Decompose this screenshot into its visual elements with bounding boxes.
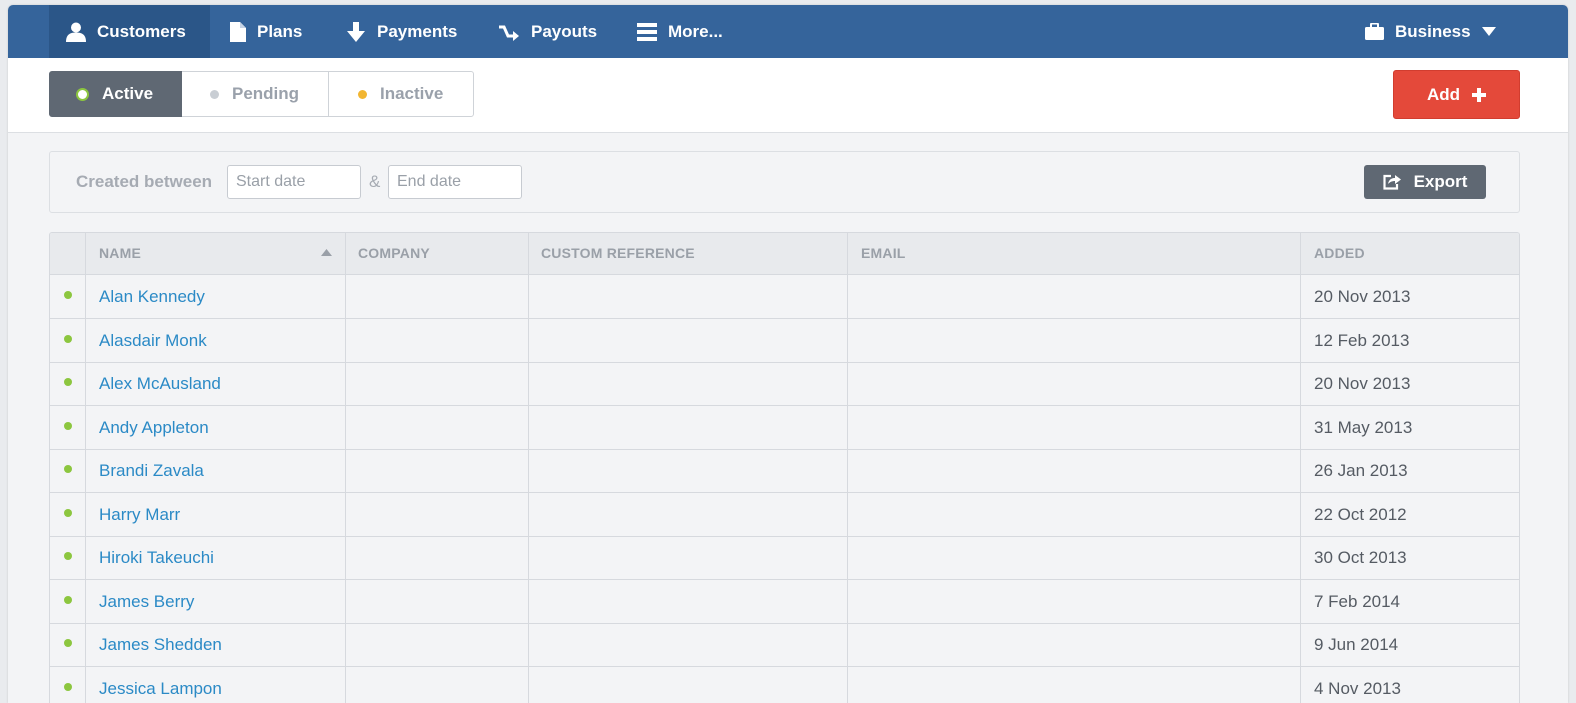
status-dot-icon: [64, 596, 72, 604]
status-dot-active-icon: [76, 87, 89, 101]
column-header-name[interactable]: NAME: [99, 233, 141, 274]
status-dot-inactive-icon: [358, 89, 367, 99]
status-dot-icon: [64, 378, 72, 386]
user-icon: [66, 22, 86, 42]
status-dot-icon: [64, 639, 72, 647]
table-row[interactable]: James Berry 7 Feb 2014: [50, 580, 1519, 624]
table-row[interactable]: Harry Marr 22 Oct 2012: [50, 493, 1519, 537]
menu-icon: [637, 22, 657, 41]
start-date-input[interactable]: [227, 165, 361, 199]
tab-pending[interactable]: Pending: [182, 71, 329, 117]
column-header-company[interactable]: COMPANY: [358, 233, 430, 274]
tab-label: Active: [102, 84, 154, 103]
nav-item-plans[interactable]: Plans: [230, 5, 302, 58]
app-window: Customers Plans Payments Payouts More...…: [8, 5, 1568, 703]
table-row[interactable]: Andy Appleton 31 May 2013: [50, 406, 1519, 450]
customers-table: NAME COMPANY CUSTOM REFERENCE EMAIL ADDE…: [49, 232, 1520, 703]
document-icon: [230, 21, 246, 42]
added-date: 22 Oct 2012: [1314, 505, 1407, 524]
customer-name-link[interactable]: Harry Marr: [99, 505, 180, 525]
customer-name-link[interactable]: Alasdair Monk: [99, 331, 207, 351]
plus-icon: [1472, 87, 1487, 102]
business-label: Business: [1395, 21, 1471, 41]
table-row[interactable]: Jessica Lampon 4 Nov 2013: [50, 667, 1519, 703]
nav-item-more[interactable]: More...: [637, 5, 723, 58]
date-separator: &: [369, 172, 381, 191]
tab-label: Pending: [232, 84, 300, 103]
tab-label: Inactive: [380, 84, 444, 103]
export-button[interactable]: Export: [1364, 165, 1486, 199]
column-header-email[interactable]: EMAIL: [861, 233, 906, 274]
nav-label: Customers: [97, 21, 186, 41]
payout-arrow-icon: [499, 25, 519, 41]
add-button[interactable]: Add: [1393, 70, 1520, 119]
status-dot-pending-icon: [210, 89, 219, 99]
table-row[interactable]: Brandi Zavala 26 Jan 2013: [50, 449, 1519, 493]
customer-name-link[interactable]: Alan Kennedy: [99, 287, 205, 307]
added-date: 26 Jan 2013: [1314, 461, 1408, 480]
briefcase-icon: [1365, 23, 1384, 40]
nav-item-customers[interactable]: Customers: [49, 5, 210, 58]
column-header-added[interactable]: ADDED: [1314, 233, 1365, 274]
nav-label: Payouts: [531, 21, 598, 41]
download-arrow-icon: [347, 21, 365, 42]
added-date: 20 Nov 2013: [1314, 287, 1411, 306]
top-navigation: Customers Plans Payments Payouts More...…: [8, 5, 1568, 59]
nav-item-payments[interactable]: Payments: [346, 5, 457, 58]
added-date: 31 May 2013: [1314, 418, 1413, 437]
table-row[interactable]: Alan Kennedy 20 Nov 2013: [50, 275, 1519, 319]
filter-label: Created between: [76, 172, 213, 191]
table-header: NAME COMPANY CUSTOM REFERENCE EMAIL ADDE…: [50, 233, 1519, 275]
nav-item-payouts[interactable]: Payouts: [498, 5, 597, 58]
added-date: 20 Nov 2013: [1314, 374, 1411, 393]
status-toolbar: Active Pending Inactive Add: [8, 58, 1568, 133]
table-row[interactable]: Hiroki Takeuchi 30 Oct 2013: [50, 536, 1519, 580]
added-date: 9 Jun 2014: [1314, 635, 1399, 654]
sort-up-icon[interactable]: [321, 249, 332, 256]
added-date: 12 Feb 2013: [1314, 331, 1410, 350]
date-filter-panel: Created between & Export: [49, 151, 1520, 213]
export-label: Export: [1413, 172, 1468, 191]
status-dot-icon: [64, 422, 72, 430]
customer-name-link[interactable]: Hiroki Takeuchi: [99, 548, 214, 568]
customer-name-link[interactable]: Brandi Zavala: [99, 461, 204, 481]
table-row[interactable]: Alex McAusland 20 Nov 2013: [50, 362, 1519, 406]
customer-name-link[interactable]: Jessica Lampon: [99, 679, 222, 699]
add-button-label: Add: [1426, 84, 1461, 104]
customer-name-link[interactable]: James Shedden: [99, 635, 222, 655]
status-dot-icon: [64, 683, 72, 691]
added-date: 7 Feb 2014: [1314, 592, 1401, 611]
status-dot-icon: [64, 552, 72, 560]
status-dot-icon: [64, 465, 72, 473]
column-header-custom-reference[interactable]: CUSTOM REFERENCE: [541, 233, 695, 274]
status-dot-icon: [64, 335, 72, 343]
nav-label: More...: [668, 21, 723, 41]
added-date: 4 Nov 2013: [1314, 679, 1401, 698]
tab-inactive[interactable]: Inactive: [328, 71, 474, 117]
chevron-down-icon: [1481, 27, 1496, 36]
customer-name-link[interactable]: James Berry: [99, 592, 194, 612]
tab-active[interactable]: Active: [49, 71, 182, 117]
table-row[interactable]: Alasdair Monk 12 Feb 2013: [50, 319, 1519, 363]
added-date: 30 Oct 2013: [1314, 548, 1407, 567]
export-icon: [1382, 174, 1401, 190]
customer-name-link[interactable]: Andy Appleton: [99, 418, 209, 438]
status-dot-icon: [64, 509, 72, 517]
status-dot-icon: [64, 291, 72, 299]
end-date-input[interactable]: [388, 165, 522, 199]
business-menu[interactable]: Business: [1365, 5, 1496, 58]
nav-label: Payments: [377, 21, 458, 41]
table-row[interactable]: James Shedden 9 Jun 2014: [50, 623, 1519, 667]
customer-name-link[interactable]: Alex McAusland: [99, 374, 221, 394]
nav-label: Plans: [257, 21, 303, 41]
